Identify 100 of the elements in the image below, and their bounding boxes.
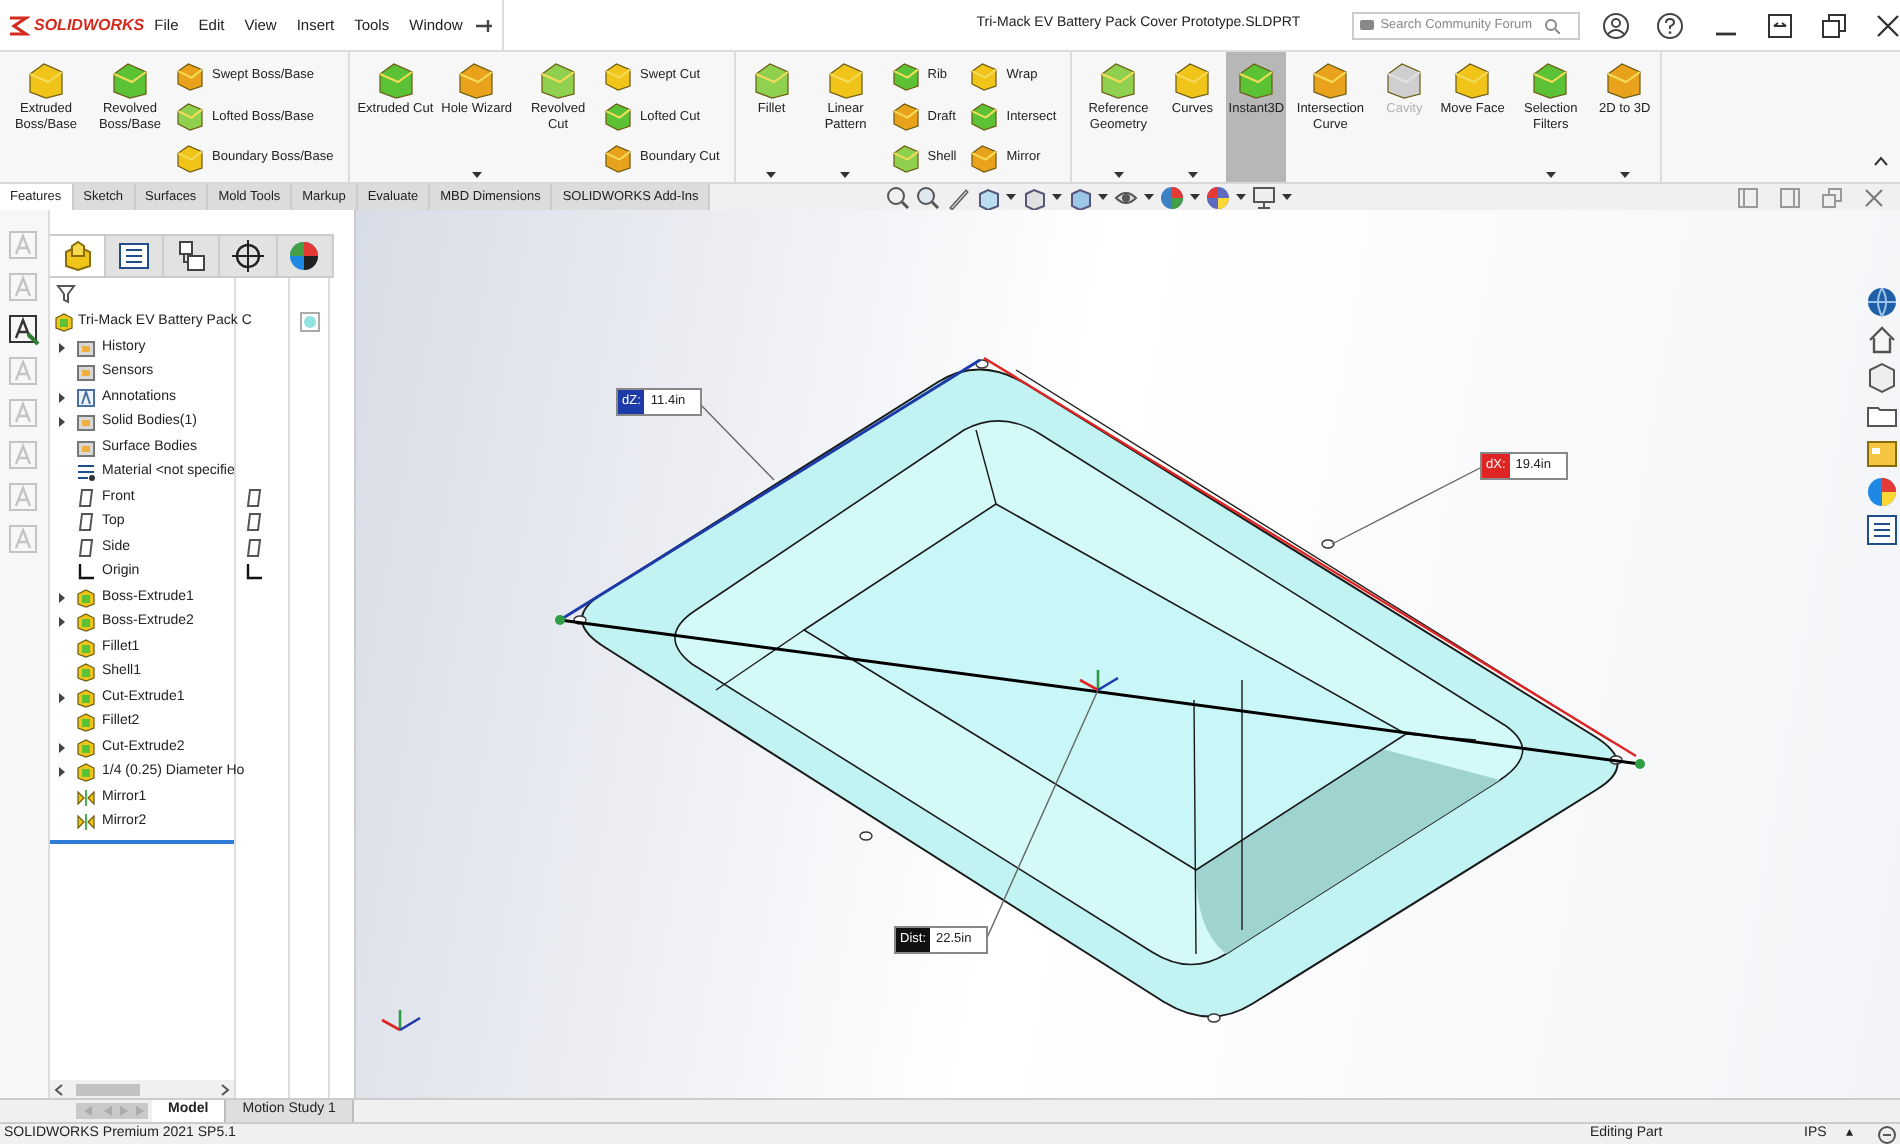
feature-icon <box>76 762 96 783</box>
block-icon <box>968 60 1001 93</box>
scroll-left-icon[interactable] <box>54 1083 64 1095</box>
panel-tab[interactable] <box>220 236 278 276</box>
expand-arrow-icon[interactable] <box>56 616 68 629</box>
home-icon[interactable] <box>1866 324 1898 356</box>
feature-icon <box>76 637 96 658</box>
expand-arrow-icon[interactable] <box>56 341 68 354</box>
caret-icon[interactable] <box>1098 194 1109 200</box>
plane-icon <box>76 512 96 533</box>
plane-icon <box>244 487 264 508</box>
folder-icon <box>76 337 96 358</box>
plane-icon <box>76 487 96 508</box>
block-icon <box>602 60 635 93</box>
block-icon <box>110 60 150 100</box>
caret-icon <box>1619 172 1630 178</box>
block-icon <box>751 60 792 100</box>
sphere-icon[interactable] <box>1160 185 1185 209</box>
expand-arrow-icon[interactable] <box>56 416 68 429</box>
block-icon <box>602 100 635 133</box>
part-tab-icon <box>61 240 94 272</box>
caret-icon[interactable] <box>1006 194 1017 200</box>
feature-icon <box>76 587 96 608</box>
list-icon[interactable] <box>1866 514 1898 546</box>
leader-line <box>699 403 775 481</box>
folder-icon <box>76 437 96 458</box>
block-icon <box>174 60 206 93</box>
caret-icon <box>1187 172 1198 178</box>
block-icon <box>1384 60 1425 100</box>
feature-icon <box>76 662 96 683</box>
block-icon <box>456 60 497 100</box>
block-icon <box>968 100 1001 133</box>
expand-arrow-icon[interactable] <box>56 591 68 604</box>
panel-tab[interactable] <box>277 236 335 276</box>
origin-icon <box>244 562 264 583</box>
endpoint-marker <box>555 615 565 625</box>
pin-icon[interactable] <box>474 15 495 35</box>
block-icon <box>1098 60 1139 100</box>
panel-tab[interactable] <box>163 236 221 276</box>
configurations-tab-icon <box>175 240 208 272</box>
help-icon[interactable] <box>1656 11 1684 39</box>
endpoint-marker <box>1635 759 1645 769</box>
annotation-icon <box>76 387 96 408</box>
zoom-fit-icon[interactable] <box>886 185 911 209</box>
caret-icon <box>1545 172 1556 178</box>
logo-icon <box>6 13 30 37</box>
collapse-icon[interactable] <box>1874 156 1888 166</box>
restore-icon[interactable] <box>1822 13 1846 37</box>
caret-icon <box>840 172 851 178</box>
block-icon <box>889 100 922 133</box>
material-icon <box>76 462 96 483</box>
expand-arrow-icon[interactable] <box>56 691 68 704</box>
expand-arrow-icon[interactable] <box>56 391 68 404</box>
block-icon <box>1604 60 1645 100</box>
appearance-icon[interactable] <box>1866 476 1898 508</box>
axis-triad-icon <box>1079 670 1119 692</box>
block-icon <box>1530 60 1571 100</box>
target-tab-icon <box>231 240 264 272</box>
properties-tab-icon <box>118 240 151 272</box>
expand-arrow-icon[interactable] <box>56 741 68 754</box>
close-icon[interactable] <box>1876 13 1900 37</box>
mirror-icon <box>76 787 96 808</box>
caret-icon[interactable] <box>1282 194 1293 200</box>
caret-icon <box>766 172 777 178</box>
panel-tab[interactable] <box>106 236 164 276</box>
block-icon <box>1452 60 1493 100</box>
part-icon <box>54 312 74 333</box>
user-icon[interactable] <box>1602 11 1630 39</box>
block-icon <box>174 141 206 174</box>
cube-icon[interactable] <box>1866 362 1898 394</box>
sphere-icon[interactable] <box>1206 185 1231 209</box>
annotation-tool-icon[interactable] <box>8 314 40 346</box>
scrollbar-thumb[interactable] <box>76 1083 140 1095</box>
zoom-area-icon[interactable] <box>916 185 941 209</box>
plane-icon <box>244 512 264 533</box>
plane-icon <box>76 537 96 558</box>
block-icon <box>1236 60 1277 100</box>
plane-icon <box>244 537 264 558</box>
app-logo: SOLIDWORKS <box>34 13 145 37</box>
caret-icon[interactable] <box>1144 194 1155 200</box>
block-icon <box>538 60 579 100</box>
block-icon <box>602 141 635 174</box>
caret-icon[interactable] <box>1052 194 1063 200</box>
feature-icon <box>76 712 96 733</box>
expand-arrow-icon[interactable] <box>56 766 68 779</box>
block-icon <box>889 141 922 174</box>
caret-icon <box>1113 172 1124 178</box>
block-icon <box>968 141 1001 174</box>
scroll-right-icon[interactable] <box>220 1083 230 1095</box>
block-icon <box>1310 60 1351 100</box>
block-icon <box>375 60 416 100</box>
caret-icon[interactable] <box>1236 194 1247 200</box>
globe-icon[interactable] <box>1866 286 1898 318</box>
monitor-icon[interactable] <box>1252 185 1277 209</box>
axis-triad-icon <box>381 1010 421 1032</box>
folder-icon <box>76 362 96 383</box>
caret-icon[interactable] <box>1190 194 1201 200</box>
fit-window-icon[interactable] <box>1768 13 1792 37</box>
block-icon <box>174 100 206 133</box>
appearance-tab-icon <box>288 240 321 272</box>
